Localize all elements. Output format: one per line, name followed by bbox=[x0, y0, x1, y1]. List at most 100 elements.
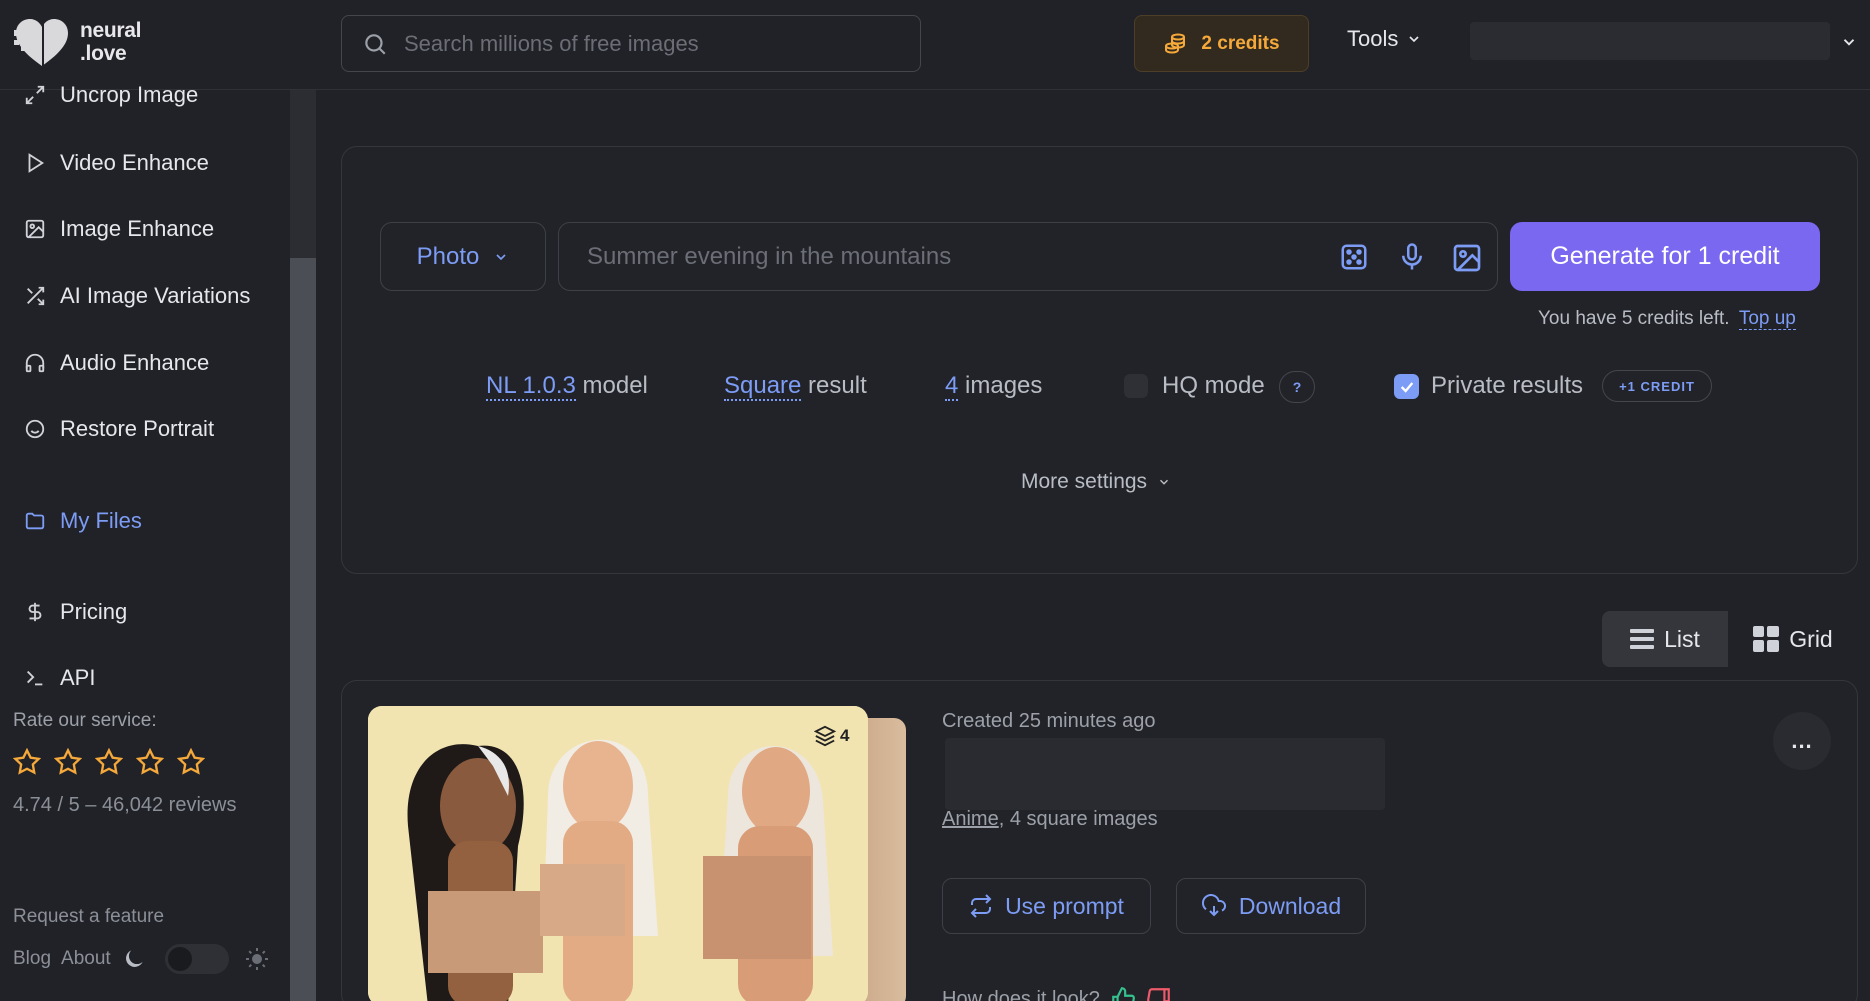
credits-label: 2 credits bbox=[1201, 32, 1280, 54]
count-selector[interactable]: 4 bbox=[945, 372, 959, 401]
sidebar-item-label: Image Enhance bbox=[60, 216, 215, 241]
type-label: Photo bbox=[416, 242, 480, 270]
request-feature-link[interactable]: Request a feature bbox=[13, 906, 164, 928]
model-selector[interactable]: NL 1.0.3 bbox=[486, 372, 576, 401]
feedback-row: How does it look? bbox=[942, 986, 1172, 1001]
private-results-checkbox[interactable] bbox=[1394, 374, 1419, 399]
thumbs-down-icon[interactable] bbox=[1146, 986, 1172, 1001]
star-icon[interactable] bbox=[95, 748, 123, 776]
theme-toggle[interactable] bbox=[164, 944, 229, 974]
hq-mode-checkbox[interactable] bbox=[1124, 374, 1148, 398]
use-prompt-label: Use prompt bbox=[1005, 892, 1124, 919]
grid-view-button[interactable]: Grid bbox=[1728, 611, 1858, 667]
count-option: 4 images bbox=[945, 372, 1043, 401]
logo-line2: .love bbox=[80, 42, 127, 65]
list-view-button[interactable]: List bbox=[1602, 611, 1728, 667]
star-icon[interactable] bbox=[177, 748, 205, 776]
sidebar-item-label: Video Enhance bbox=[60, 150, 209, 175]
chevron-down-icon bbox=[496, 253, 506, 260]
style-link[interactable]: Anime bbox=[942, 808, 999, 830]
list-icon bbox=[1630, 629, 1655, 649]
sidebar-item-label: Uncrop Image bbox=[60, 82, 199, 107]
sidebar-item-uncrop-image[interactable]: Uncrop Image bbox=[24, 82, 198, 108]
anime-figures-illustration bbox=[368, 706, 868, 1001]
layers-icon bbox=[814, 725, 836, 747]
image-count: 4 bbox=[840, 726, 850, 745]
list-label: List bbox=[1664, 625, 1700, 652]
hq-mode-label: HQ mode bbox=[1162, 372, 1265, 399]
count-suffix: images bbox=[958, 372, 1043, 399]
grid-icon bbox=[1753, 626, 1780, 652]
user-menu-redacted[interactable] bbox=[1470, 22, 1830, 60]
sidebar-item-ai-image-variations[interactable]: AI Image Variations bbox=[24, 283, 250, 309]
repeat-icon bbox=[970, 894, 992, 918]
search-icon bbox=[365, 33, 386, 55]
sidebar-item-label: API bbox=[60, 665, 96, 690]
result-thumbnail[interactable] bbox=[368, 706, 868, 1001]
image-count-badge: 4 bbox=[814, 725, 849, 747]
expand-icon bbox=[25, 85, 45, 105]
created-time: Created 25 minutes ago bbox=[942, 710, 1156, 732]
credits-button[interactable]: 2 credits bbox=[1134, 15, 1309, 72]
sidebar-item-pricing[interactable]: Pricing bbox=[24, 599, 127, 625]
microphone-icon[interactable] bbox=[1397, 242, 1427, 272]
sidebar-item-api[interactable]: API bbox=[24, 665, 95, 691]
top-up-link[interactable]: Top up bbox=[1738, 308, 1796, 330]
more-options-button[interactable]: ... bbox=[1773, 712, 1831, 770]
chevron-down-icon bbox=[1409, 36, 1419, 43]
model-option: NL 1.0.3 model bbox=[486, 372, 648, 401]
rate-label: Rate our service: bbox=[13, 710, 157, 731]
terminal-icon bbox=[27, 670, 43, 686]
prompt-input[interactable] bbox=[587, 243, 1287, 271]
credits-left-text: You have 5 credits left. bbox=[1538, 308, 1730, 329]
private-credit-badge: +1 CREDIT bbox=[1602, 370, 1712, 402]
star-icon[interactable] bbox=[13, 748, 41, 776]
folder-icon bbox=[25, 512, 45, 530]
logo[interactable]: neural .love bbox=[12, 16, 142, 68]
sidebar-item-video-enhance[interactable]: Video Enhance bbox=[24, 150, 209, 176]
cloud-download-icon bbox=[1201, 894, 1226, 917]
shape-suffix: result bbox=[801, 372, 867, 399]
sidebar-scrollbar-thumb[interactable] bbox=[290, 258, 316, 1001]
shuffle-icon bbox=[27, 286, 45, 306]
grid-label: Grid bbox=[1789, 625, 1833, 652]
tools-menu[interactable]: Tools bbox=[1347, 26, 1422, 52]
moon-icon bbox=[125, 950, 143, 967]
generate-button[interactable]: Generate for 1 credit bbox=[1510, 222, 1820, 291]
search-input[interactable] bbox=[404, 30, 884, 57]
sidebar-item-label: AI Image Variations bbox=[60, 283, 251, 308]
blog-link[interactable]: Blog bbox=[13, 948, 51, 970]
result-meta: Anime, 4 square images bbox=[942, 808, 1158, 831]
star-icon[interactable] bbox=[54, 748, 82, 776]
sidebar-item-audio-enhance[interactable]: Audio Enhance bbox=[24, 350, 209, 376]
download-button[interactable]: Download bbox=[1176, 878, 1366, 934]
chevron-down-icon[interactable] bbox=[1840, 33, 1858, 51]
shape-selector[interactable]: Square bbox=[724, 372, 802, 401]
sidebar-footer: Blog About bbox=[13, 944, 269, 974]
sidebar-item-image-enhance[interactable]: Image Enhance bbox=[24, 216, 214, 242]
more-settings-label: More settings bbox=[1021, 470, 1148, 493]
sidebar-item-my-files[interactable]: My Files bbox=[24, 508, 142, 534]
sidebar-item-label: Pricing bbox=[60, 599, 128, 624]
hq-help-button[interactable]: ? bbox=[1279, 371, 1315, 403]
type-dropdown[interactable]: Photo bbox=[380, 222, 546, 291]
private-results-label: Private results bbox=[1431, 372, 1584, 399]
tools-label: Tools bbox=[1347, 26, 1399, 51]
thumbs-up-icon[interactable] bbox=[1110, 986, 1136, 1001]
sidebar-item-restore-portrait[interactable]: Restore Portrait bbox=[24, 416, 214, 442]
sidebar-item-label: Restore Portrait bbox=[60, 416, 215, 441]
more-settings-toggle[interactable]: More settings bbox=[1021, 470, 1171, 494]
heart-logo-icon bbox=[14, 19, 68, 66]
image-upload-icon[interactable] bbox=[1451, 242, 1483, 274]
view-toggle: List Grid bbox=[1602, 611, 1858, 667]
sidebar-item-label: Audio Enhance bbox=[60, 350, 210, 375]
about-link[interactable]: About bbox=[61, 948, 111, 970]
download-label: Download bbox=[1238, 892, 1342, 919]
dice-icon[interactable] bbox=[1339, 242, 1369, 272]
search-box[interactable] bbox=[341, 15, 921, 72]
image-icon bbox=[25, 219, 45, 239]
shape-option: Square result bbox=[724, 372, 867, 401]
headphones-icon bbox=[25, 353, 45, 373]
use-prompt-button[interactable]: Use prompt bbox=[942, 878, 1151, 934]
star-icon[interactable] bbox=[136, 748, 164, 776]
